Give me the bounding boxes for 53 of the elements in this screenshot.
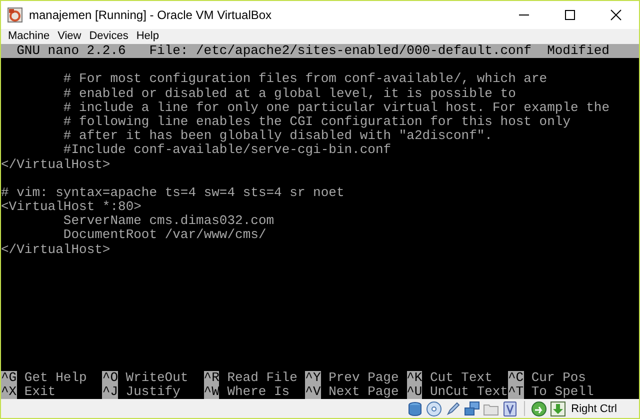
modified-status: Modified — [547, 44, 610, 58]
file-path: File: /etc/apache2/sites-enabled/000-default.conf — [149, 44, 532, 58]
download-arrow-icon — [550, 400, 566, 416]
shortcut-key: ^K — [406, 370, 422, 385]
code-line: # include a line for only one particular virtual host. For example the — [62, 100, 610, 115]
code-line: #Include conf-available/serve-cgi-bin.conf — [62, 143, 392, 158]
shortcut-label: Prev Page — [328, 370, 399, 385]
code-line: </VirtualHost> — [1, 158, 112, 172]
shortcut-key: ^G — [1, 370, 17, 385]
code-line: <VirtualHost *:80> — [1, 200, 142, 214]
code-line: # enabled or disabled at a global level, it is possible to — [62, 86, 517, 101]
shortcut-key: ^T — [508, 384, 524, 399]
shortcut-label: To Spell — [531, 384, 594, 399]
shortcut-key: ^U — [406, 384, 422, 399]
shortcut-label: Where Is — [227, 384, 290, 399]
code-line: # vim: syntax=apache ts=4 sw=4 sts=4 sr noet — [1, 186, 346, 200]
network-icon — [464, 400, 480, 416]
editor-version: GNU nano 2.2.6 — [16, 44, 126, 58]
shortcut-key: ^C — [508, 370, 524, 385]
shortcut-label: Exit — [24, 384, 56, 399]
shortcut-label: WriteOut — [126, 370, 188, 385]
code-line: </VirtualHost> — [1, 242, 112, 257]
menu-item[interactable]: View — [54, 29, 86, 44]
shortcut-key: ^J — [102, 384, 118, 399]
shortcut-label: Read File — [227, 370, 298, 385]
code-line: # after it has been globally disabled with "a2disconf". — [62, 129, 494, 144]
menu-item[interactable]: Machine — [4, 29, 54, 44]
code-line: ServerName cms.dimas032.com — [62, 214, 276, 228]
code-line: DocumentRoot /var/www/cms/ — [62, 228, 268, 243]
menu-item[interactable]: Devices — [85, 29, 132, 44]
shortcut-key: ^W — [204, 384, 220, 399]
maximize-icon — [564, 9, 576, 21]
disc-icon — [426, 400, 442, 416]
shortcut-key: ^V — [305, 384, 321, 399]
host-key-label: Right Ctrl — [571, 402, 617, 414]
menu-item[interactable]: Help — [132, 29, 163, 44]
shortcut-label: Justify — [126, 384, 180, 399]
shortcut-key: ^Y — [305, 370, 321, 385]
code-line: # For most configuration files from conf-available/, which are — [62, 72, 548, 87]
close-icon — [610, 9, 622, 21]
shortcut-label: Next Page — [328, 384, 399, 399]
shortcut-key: ^X — [1, 384, 17, 399]
app-icon — [7, 7, 23, 23]
shortcut-label: Cut Text — [430, 370, 492, 385]
shortcut-label: UnCut Text — [430, 384, 508, 399]
shortcut-label: Get Help — [24, 370, 87, 385]
shortcut-label: Cur Pos — [531, 370, 586, 385]
shortcut-key: ^R — [204, 370, 220, 385]
shortcut-key: ^O — [102, 370, 118, 385]
window-title: manajemen [Running] - Oracle VM VirtualBox — [29, 8, 273, 22]
display-icon — [502, 400, 518, 416]
code-line: # following line enables the CGI configuration for this host only — [62, 114, 570, 130]
disk-icon — [407, 400, 424, 416]
